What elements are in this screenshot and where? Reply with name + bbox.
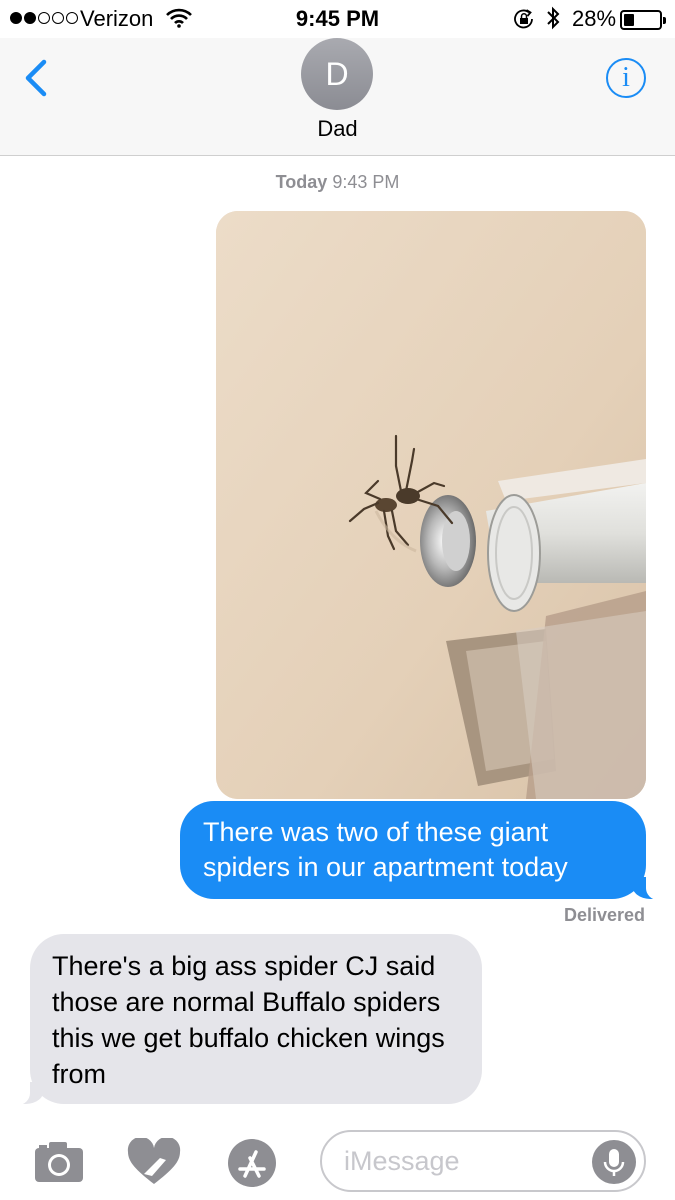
back-button[interactable] (18, 56, 58, 100)
info-button[interactable]: i (606, 58, 646, 98)
app-store-button[interactable] (224, 1138, 280, 1188)
sent-message-bubble[interactable]: There was two of these giant spiders in … (180, 801, 664, 900)
imessage-placeholder: iMessage (344, 1146, 460, 1176)
bluetooth-icon (545, 6, 561, 36)
chevron-left-icon (25, 59, 47, 97)
app-store-icon (228, 1139, 276, 1187)
conversation-timestamp: Today 9:43 PM (0, 172, 675, 193)
battery-icon (620, 10, 666, 30)
microphone-icon (603, 1149, 625, 1176)
messages-screen: Verizon 9:45 PM 28% D Dad i Today 9:43 P… (0, 0, 675, 1200)
battery-percentage: 28% (572, 6, 617, 31)
dictation-button[interactable] (592, 1140, 636, 1184)
spider-photo-image (216, 211, 646, 799)
battery-nub (663, 17, 666, 24)
battery-level (624, 14, 634, 26)
camera-button[interactable] (32, 1138, 88, 1188)
imessage-text-field[interactable]: iMessage (320, 1130, 646, 1192)
received-message-bubble[interactable]: There's a big ass spider CJ said those a… (12, 934, 482, 1105)
contact-avatar[interactable]: D (301, 38, 373, 110)
contact-name[interactable]: Dad (0, 116, 675, 142)
digital-touch-button[interactable] (126, 1136, 182, 1188)
sent-photo-attachment[interactable] (216, 211, 646, 799)
conversation-header: D Dad i (0, 38, 675, 156)
status-bar: Verizon 9:45 PM 28% (0, 0, 675, 38)
message-input-bar: iMessage (0, 1120, 675, 1200)
timestamp-time: 9:43 PM (332, 172, 400, 192)
rotation-lock-icon (512, 8, 536, 36)
delivery-status: Delivered (563, 905, 645, 925)
digital-touch-heart-icon (127, 1136, 181, 1184)
timestamp-day: Today (275, 172, 328, 192)
camera-icon (35, 1142, 83, 1182)
